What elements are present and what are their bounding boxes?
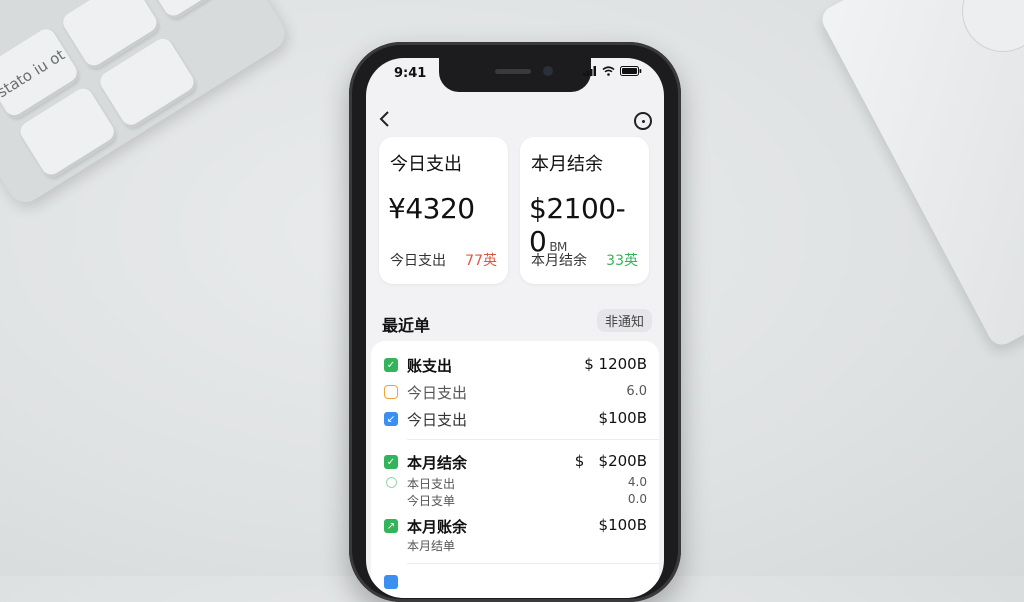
battery-icon bbox=[620, 66, 642, 76]
chevron-left-icon bbox=[379, 111, 389, 127]
divider bbox=[407, 439, 659, 440]
recent-title: 最近单 bbox=[382, 316, 431, 335]
arrow-icon bbox=[384, 575, 398, 589]
card-amount: $2100-0 BM bbox=[529, 192, 626, 258]
list-item[interactable]: ✓ 账支出 $ 1200B bbox=[371, 355, 659, 375]
phone-screen: 9:41 今日支出 ¥4320 今日支出 77英 本月结余 $2100-0 BM… bbox=[366, 58, 664, 598]
notch bbox=[439, 58, 591, 92]
transaction-list: ✓ 账支出 $ 1200B 今日支出 6.0 ↙ 今日支出 $100B ✓ 本月… bbox=[371, 341, 659, 598]
clock-icon bbox=[384, 385, 398, 399]
card-sub-label: 今日支出 bbox=[390, 253, 446, 269]
background-keyboard: stato iu ot bbox=[0, 0, 292, 209]
arrow-icon: ↙ bbox=[384, 412, 398, 426]
filter-button[interactable]: 非通知 bbox=[596, 309, 652, 332]
month-balance-card[interactable]: 本月结余 $2100-0 BM 本月结余 33英 bbox=[520, 137, 649, 284]
card-amount: ¥4320 bbox=[388, 192, 475, 225]
list-item[interactable]: ↙ 今日支出 $100B bbox=[371, 409, 659, 429]
speaker bbox=[495, 69, 531, 74]
card-sub-label: 本月结余 bbox=[531, 253, 587, 269]
list-item[interactable]: ↗ 本月账余 $100B bbox=[371, 516, 659, 536]
more-circle-icon bbox=[641, 119, 645, 123]
card-label: 本月结余 bbox=[531, 154, 603, 175]
status-time: 9:41 bbox=[394, 66, 427, 81]
list-item[interactable] bbox=[371, 573, 659, 589]
list-item[interactable]: 今日支单 0.0 bbox=[371, 492, 659, 508]
more-button[interactable] bbox=[634, 112, 652, 130]
camera bbox=[543, 66, 553, 76]
circle-icon bbox=[386, 477, 397, 488]
status-icons bbox=[583, 66, 642, 76]
signal-icon bbox=[583, 66, 596, 76]
list-item[interactable]: 本月结单 bbox=[371, 537, 659, 553]
wifi-icon bbox=[602, 66, 615, 76]
card-label: 今日支出 bbox=[390, 154, 462, 175]
chart-icon: ↗ bbox=[384, 519, 398, 533]
divider bbox=[407, 563, 659, 564]
list-item[interactable]: 今日支出 6.0 bbox=[371, 382, 659, 402]
background-laptop bbox=[817, 0, 1024, 350]
card-delta: 77英 bbox=[465, 253, 497, 269]
list-item[interactable]: 本日支出 4.0 bbox=[371, 475, 659, 491]
today-expense-card[interactable]: 今日支出 ¥4320 今日支出 77英 bbox=[379, 137, 508, 284]
check-icon: ✓ bbox=[384, 455, 398, 469]
check-icon: ✓ bbox=[384, 358, 398, 372]
list-item[interactable]: ✓ 本月结余 $ $200B bbox=[371, 452, 659, 472]
phone-frame: 9:41 今日支出 ¥4320 今日支出 77英 本月结余 $2100-0 BM… bbox=[349, 42, 681, 602]
card-delta: 33英 bbox=[606, 253, 638, 269]
back-button[interactable] bbox=[378, 110, 390, 133]
